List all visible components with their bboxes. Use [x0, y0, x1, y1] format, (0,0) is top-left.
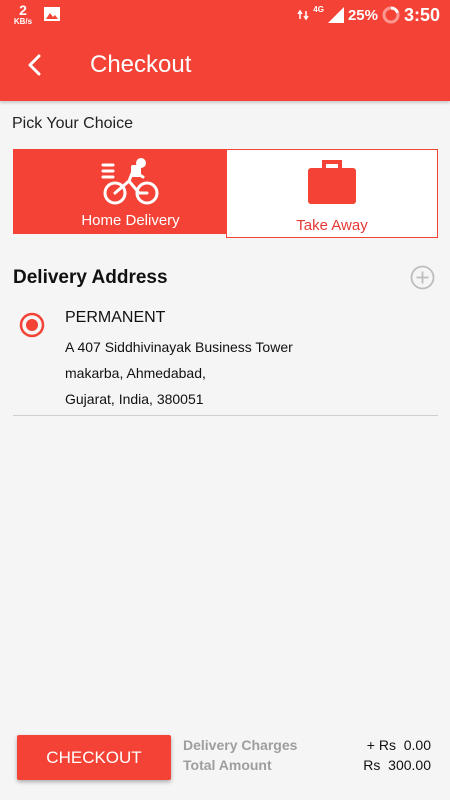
network-speed-unit: KB/s [13, 17, 33, 26]
briefcase-icon [308, 160, 356, 204]
address-line-3: Gujarat, India, 380051 [65, 391, 204, 407]
network-speed-value: 2 [19, 2, 27, 18]
pick-choice-label: Pick Your Choice [12, 115, 133, 132]
clock: 3:50 [403, 4, 440, 25]
delivery-bike-icon [101, 158, 158, 205]
app-toolbar: Checkout [0, 30, 450, 101]
take-away-label: Take Away [296, 217, 368, 234]
image-notification-icon [44, 7, 60, 21]
total-amount-value: Rs 300.00 [363, 757, 431, 773]
address-line-1: A 407 Siddhivinayak Business Tower [65, 339, 293, 355]
total-amount-label: Total Amount [183, 757, 272, 773]
network-type: 4G [313, 5, 324, 14]
home-delivery-option[interactable]: Home Delivery [13, 149, 248, 234]
address-type: PERMANENT [65, 309, 166, 326]
battery-percent: 25% [347, 6, 378, 24]
wifi-arrows-icon [297, 9, 309, 21]
address-line-2: makarba, Ahmedabad, [65, 365, 206, 381]
signal-icon [327, 7, 344, 23]
delivery-charges-value: + Rs 0.00 [366, 737, 431, 753]
home-delivery-label: Home Delivery [81, 212, 180, 229]
address-divider [13, 415, 438, 416]
delivery-address-heading: Delivery Address [13, 267, 168, 288]
status-bar: 2 KB/s 4G 25% 3:50 [0, 0, 450, 30]
delivery-charges-label: Delivery Charges [183, 737, 298, 753]
network-speed: 2 KB/s [10, 3, 36, 26]
add-circle-icon[interactable] [410, 265, 435, 290]
checkout-button[interactable]: CHECKOUT [17, 735, 171, 780]
address-radio-selected[interactable] [19, 312, 45, 338]
take-away-option[interactable]: Take Away [226, 149, 438, 238]
page-title: Checkout [90, 51, 192, 78]
back-chevron-icon[interactable] [20, 50, 50, 80]
battery-ring-icon [382, 6, 400, 24]
